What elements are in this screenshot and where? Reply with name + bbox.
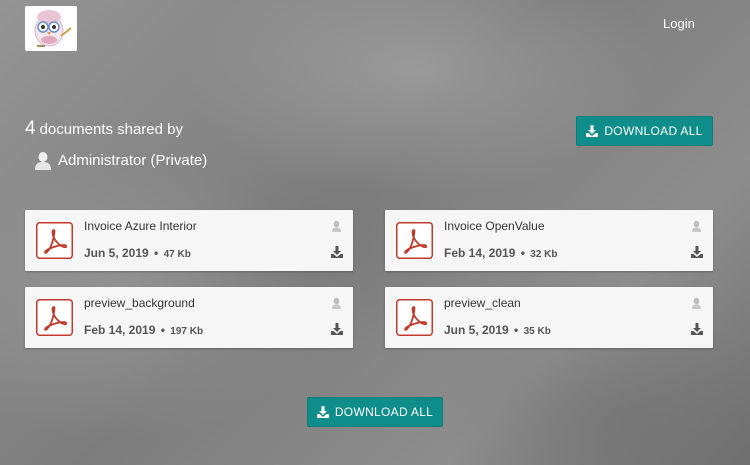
download-all-label: DOWNLOAD ALL	[604, 124, 703, 138]
document-meta: Jun 5, 2019 • 35 Kb	[444, 323, 551, 337]
document-meta: Feb 14, 2019 • 197 Kb	[84, 323, 204, 337]
owner-name: Administrator (Private)	[58, 151, 208, 169]
user-silhouette-icon	[332, 220, 341, 232]
user-silhouette-icon	[692, 220, 701, 232]
document-name[interactable]: Invoice Azure Interior	[84, 219, 197, 233]
download-all-button[interactable]: DOWNLOAD ALL	[576, 116, 713, 146]
document-date: Jun 5, 2019	[444, 323, 509, 337]
document-size: 197 Kb	[170, 326, 204, 337]
document-size: 35 Kb	[523, 326, 551, 337]
login-link[interactable]: Login	[663, 16, 695, 31]
download-icon	[316, 406, 329, 418]
download-icon[interactable]	[331, 246, 343, 258]
document-date: Feb 14, 2019	[444, 246, 516, 260]
pdf-file-icon	[396, 299, 433, 336]
download-icon	[586, 125, 599, 137]
download-icon[interactable]	[691, 246, 703, 258]
document-meta: Feb 14, 2019 • 32 Kb	[444, 246, 558, 260]
document-name[interactable]: preview_background	[84, 296, 195, 310]
document-card[interactable]: preview_background Feb 14, 2019 • 197 Kb	[25, 287, 353, 348]
download-all-button-bottom[interactable]: DOWNLOAD ALL	[307, 397, 443, 427]
document-date: Feb 14, 2019	[84, 323, 156, 337]
document-card[interactable]: preview_clean Jun 5, 2019 • 35 Kb	[385, 287, 713, 348]
pdf-file-icon	[396, 222, 433, 259]
share-heading: 4 documents shared by	[25, 118, 183, 140]
document-size: 32 Kb	[530, 249, 558, 260]
document-date: Jun 5, 2019	[84, 246, 149, 260]
share-heading-text: documents shared by	[39, 121, 183, 138]
pdf-file-icon	[36, 222, 73, 259]
document-card[interactable]: Invoice Azure Interior Jun 5, 2019 • 47 …	[25, 210, 353, 271]
pdf-file-icon	[36, 299, 73, 336]
user-silhouette-icon	[332, 297, 341, 309]
shared-by-owner: Administrator (Private)	[33, 150, 207, 170]
document-size: 47 Kb	[163, 249, 191, 260]
document-card[interactable]: Invoice OpenValue Feb 14, 2019 • 32 Kb	[385, 210, 713, 271]
owl-logo-icon	[34, 10, 72, 47]
document-meta: Jun 5, 2019 • 47 Kb	[84, 246, 191, 260]
user-silhouette-icon	[35, 152, 51, 170]
download-all-label: DOWNLOAD ALL	[334, 405, 434, 419]
user-silhouette-icon	[692, 297, 701, 309]
download-icon[interactable]	[331, 323, 343, 335]
document-name[interactable]: Invoice OpenValue	[444, 219, 545, 233]
document-count: 4	[25, 118, 36, 139]
document-name[interactable]: preview_clean	[444, 296, 521, 310]
download-icon[interactable]	[691, 323, 703, 335]
company-logo[interactable]	[25, 6, 77, 51]
